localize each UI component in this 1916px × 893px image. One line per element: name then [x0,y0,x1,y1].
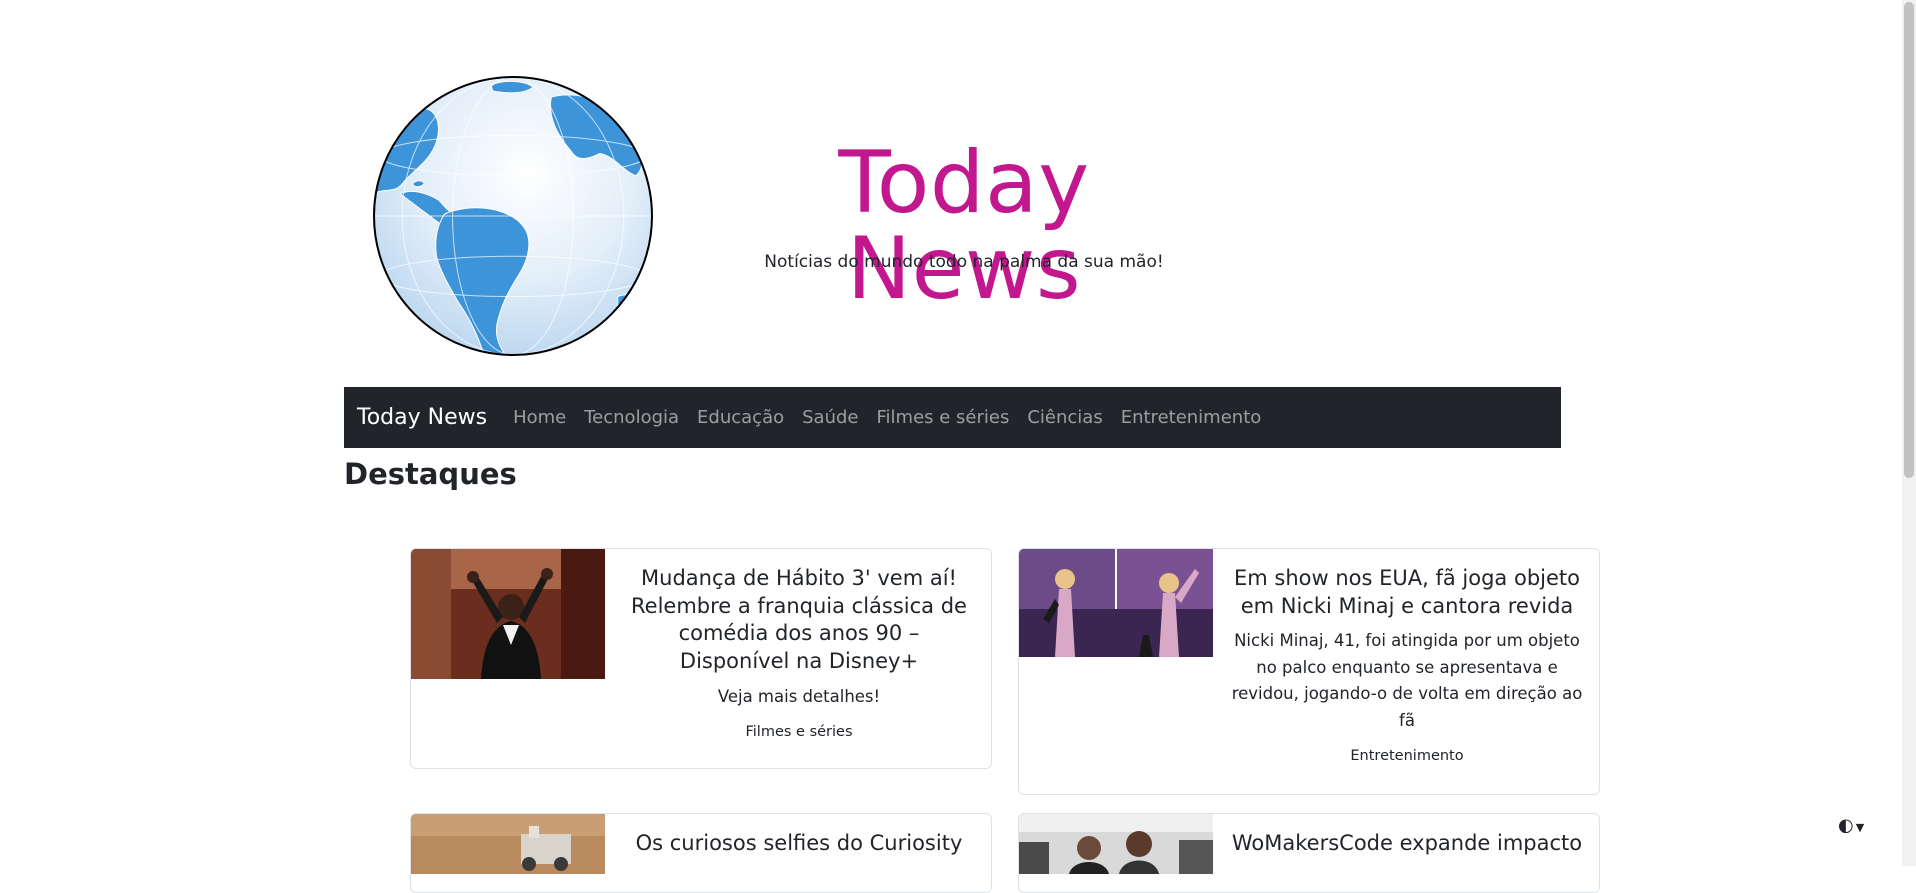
navbar-brand[interactable]: Today News [357,405,487,430]
theme-toggle-button[interactable]: ◐ ▼ [1838,815,1864,836]
card-title[interactable]: WoMakersCode expande impacto [1231,830,1583,858]
page-scrollbar[interactable] [1902,0,1916,866]
news-card[interactable]: Os curiosos selfies do Curiosity [410,813,992,893]
article-thumbnail-image [411,549,605,679]
main-navbar: Today News Home Tecnologia Educação Saúd… [344,387,1561,448]
nav-item-home[interactable]: Home [513,407,566,428]
card-title[interactable]: Os curiosos selfies do Curiosity [623,830,975,858]
scrollbar-thumb[interactable] [1904,2,1914,478]
news-card[interactable]: Mudança de Hábito 3' vem aí! Relembre a … [410,548,992,769]
site-header: Today News Notícias do mundo todo na pal… [344,40,1564,360]
card-category: Filmes e séries [745,724,853,741]
nav-item-entretenimento[interactable]: Entretenimento [1121,407,1262,428]
article-thumbnail-image [1019,814,1213,874]
article-thumbnail-image [1019,549,1213,657]
nav-item-educacao[interactable]: Educação [697,407,784,428]
news-card[interactable]: WoMakersCode expande impacto [1018,813,1600,893]
site-title: Today News [838,133,1090,319]
card-category: Entretenimento [1350,748,1464,764]
card-title[interactable]: Mudança de Hábito 3' vem aí! Relembre a … [623,565,975,676]
news-card[interactable]: Em show nos EUA, fã joga objeto em Nicki… [1018,548,1600,795]
nav-item-tecnologia[interactable]: Tecnologia [584,407,679,428]
section-title-destaques: Destaques [344,457,517,491]
globe-logo-icon [373,76,653,356]
site-tagline: Notícias do mundo todo na palma da sua m… [764,252,1164,272]
nav-item-ciencias[interactable]: Ciências [1027,407,1102,428]
nav-item-filmes-series[interactable]: Filmes e séries [877,407,1010,428]
card-description: Nicki Minaj, 41, foi atingida por um obj… [1231,631,1583,730]
contrast-icon: ◐ [1838,815,1854,836]
chevron-down-icon: ▼ [1855,821,1865,834]
article-thumbnail-image [411,814,605,874]
card-title[interactable]: Em show nos EUA, fã joga objeto em Nicki… [1231,565,1583,620]
nav-item-saude[interactable]: Saúde [802,407,858,428]
card-description: Veja mais detalhes! [717,686,881,706]
